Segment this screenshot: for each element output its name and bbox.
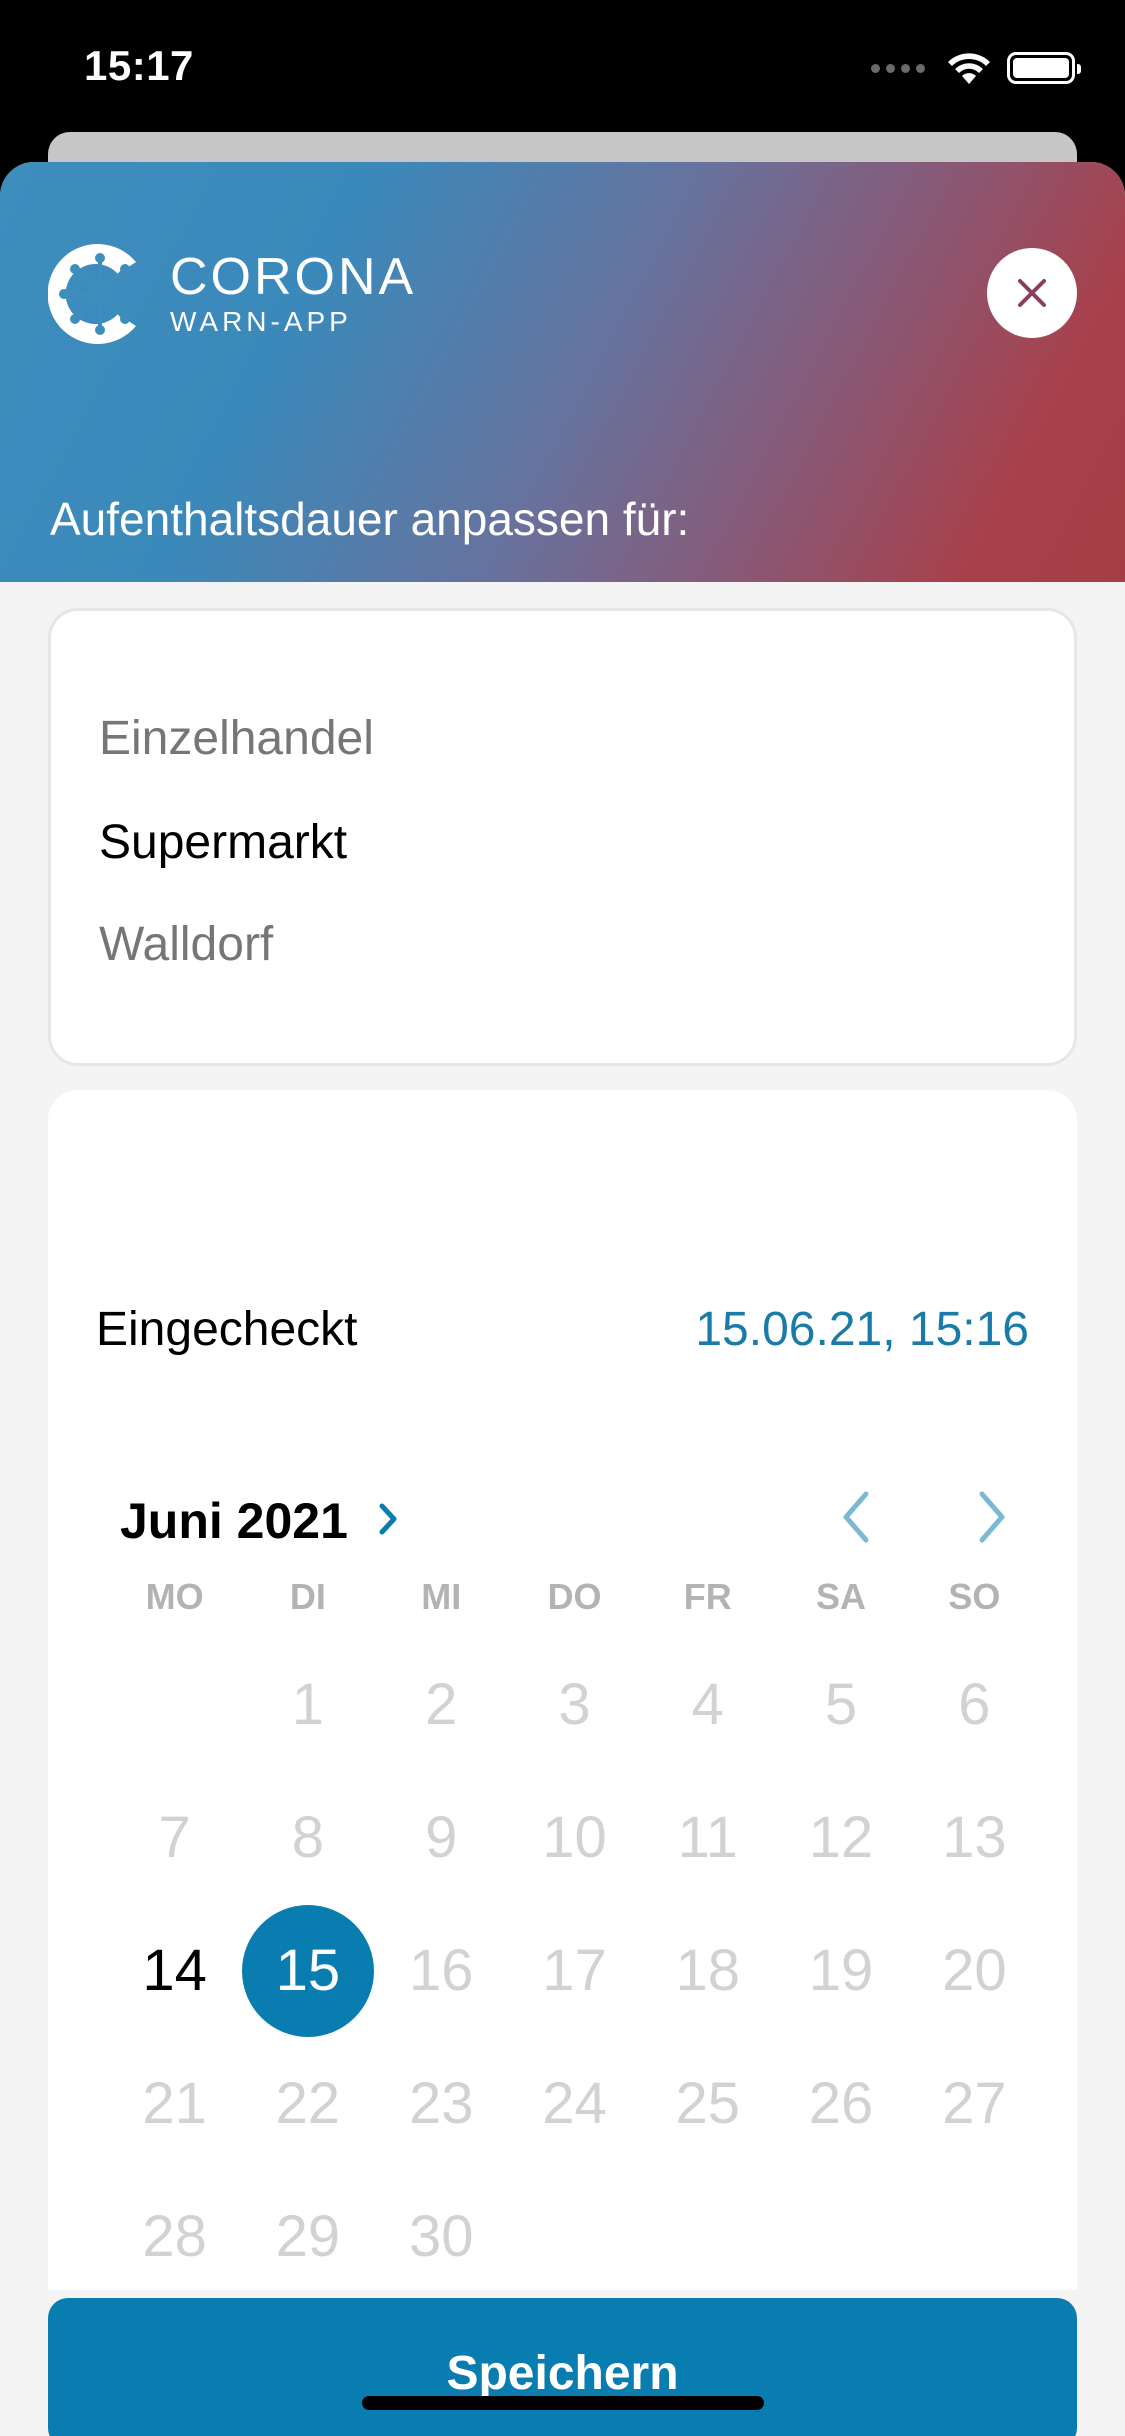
logo-text: CORONA WARN-APP <box>170 249 416 339</box>
calendar-day: 10 <box>542 1805 607 1870</box>
calendar-day: 3 <box>558 1672 591 1737</box>
status-time: 15:17 <box>84 42 194 89</box>
calendar-day: 23 <box>408 2071 474 2136</box>
calendar-day: 5 <box>824 1672 858 1737</box>
calendar-day: 22 <box>275 2071 341 2136</box>
location-name: Supermarkt <box>99 816 348 869</box>
weekday-label: DO <box>547 1576 602 1617</box>
calendar-day: 16 <box>408 1938 474 2003</box>
calendar-day: 13 <box>942 1805 1007 1870</box>
header: CORONA WARN-APP Aufenthaltsdauer anpasse… <box>0 162 1125 582</box>
weekday-label: FR <box>683 1576 732 1617</box>
calendar-day: 17 <box>542 1938 607 2003</box>
calendar-day[interactable]: 14 <box>108 1904 241 2037</box>
weekday-label: DI <box>289 1576 326 1617</box>
app-logo: CORONA WARN-APP <box>48 234 416 354</box>
location-card: Einzelhandel Supermarkt Walldorf <box>48 608 1077 1066</box>
weekday-label: MI <box>421 1576 462 1617</box>
save-button[interactable]: Speichern <box>48 2298 1077 2436</box>
month-selector[interactable]: Juni 2021 <box>120 1492 348 1550</box>
calendar-day: 18 <box>675 1938 741 2003</box>
calendar-day: 4 <box>691 1672 724 1737</box>
battery-icon <box>1007 52 1081 84</box>
calendar-day: 20 <box>942 1938 1007 2003</box>
close-icon <box>1018 279 1046 307</box>
calendar-grid: 1 2 3 4 5 6 7 8 9 10 11 12 13 14 15 16 17 18 19 20 21 22 23 24 2… <box>108 1638 1041 2290</box>
next-month-button[interactable] <box>960 1482 1020 1552</box>
previous-month-button[interactable] <box>828 1482 888 1552</box>
page-title: Aufenthaltsdauer anpassen für: <box>50 493 690 545</box>
corona-logo-icon <box>48 244 136 344</box>
calendar-day: 12 <box>808 1805 874 1870</box>
calendar-day: 9 <box>425 1805 458 1870</box>
location-address: Walldorf <box>99 918 274 971</box>
calendar-day: 11 <box>677 1805 738 1870</box>
weekday-header: MO DI MI DO FR SA SO <box>108 1576 1041 1618</box>
calendar-day: 7 <box>158 1805 191 1870</box>
calendar-day: 28 <box>142 2204 207 2269</box>
calendar-day: 29 <box>275 2204 341 2269</box>
logo-subtitle: WARN-APP <box>170 306 352 337</box>
chevron-right-icon[interactable] <box>370 1494 406 1544</box>
home-indicator <box>362 2396 764 2410</box>
wifi-icon <box>948 53 990 84</box>
checkin-datetime[interactable]: 15.06.21, 15:16 <box>695 1302 1029 1357</box>
calendar-day: 8 <box>291 1805 325 1870</box>
weekday-label: SO <box>948 1576 1001 1617</box>
calendar-day: 6 <box>958 1672 991 1737</box>
calendar-empty-cell <box>108 1638 241 1771</box>
calendar-day: 30 <box>408 2204 474 2269</box>
status-icons <box>871 50 1081 86</box>
calendar-day: 19 <box>808 1938 874 2003</box>
calendar-day: 27 <box>942 2071 1007 2136</box>
calendar-day: 24 <box>542 2071 607 2136</box>
calendar-day: 26 <box>808 2071 874 2136</box>
modal-sheet: CORONA WARN-APP Aufenthaltsdauer anpasse… <box>0 162 1125 2436</box>
close-button[interactable] <box>987 248 1077 338</box>
checkin-label: Eingecheckt <box>96 1303 358 1356</box>
weekday-label: MO <box>145 1576 204 1617</box>
status-bar: 15:17 <box>0 0 1125 140</box>
checkin-card: Eingecheckt 15.06.21, 15:16 Juni 2021 MO… <box>48 1090 1077 2290</box>
calendar-day: 21 <box>142 2071 207 2136</box>
location-type: Einzelhandel <box>99 712 374 765</box>
calendar-day: 2 <box>425 1672 458 1737</box>
cellular-signal-icon <box>871 63 925 73</box>
calendar-day-selected[interactable]: 15 <box>241 1904 374 2037</box>
weekday-label: SA <box>816 1576 867 1617</box>
calendar-day: 25 <box>675 2071 741 2136</box>
logo-title: CORONA <box>170 248 417 306</box>
calendar-day: 1 <box>291 1672 325 1737</box>
